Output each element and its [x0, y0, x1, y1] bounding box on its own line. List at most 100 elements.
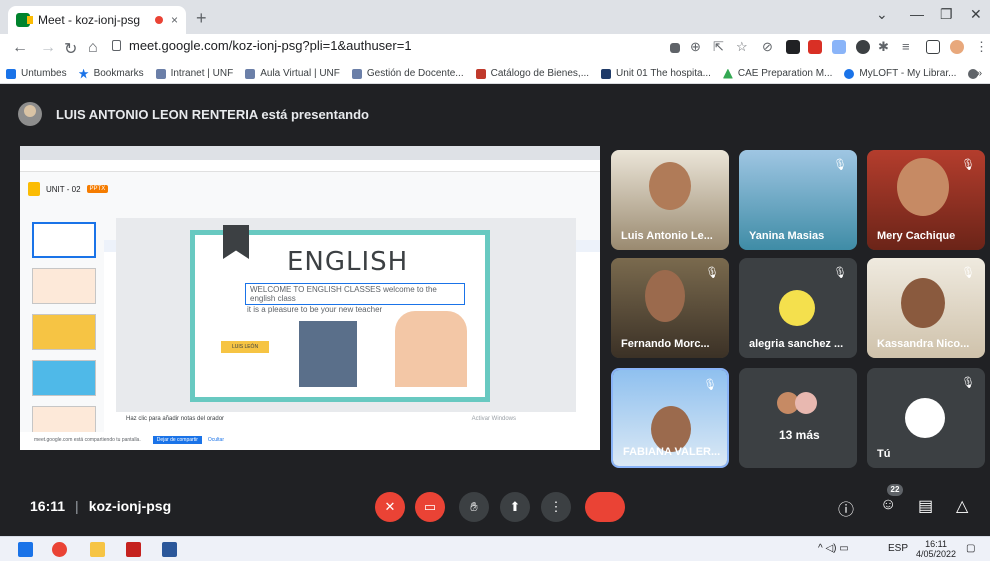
- bookmark-item[interactable]: MyLOFT - My Librar...: [844, 68, 956, 79]
- address-bar[interactable]: meet.google.com/koz-ionj-psg?pli=1&authu…: [112, 38, 412, 53]
- windows-watermark: Activar Windows: [471, 416, 516, 422]
- bookmark-item[interactable]: Aula Virtual | UNF: [245, 68, 340, 79]
- participant-avatar: [795, 392, 817, 414]
- bookmark-flag-icon: [223, 225, 249, 259]
- side-panel-icon[interactable]: [926, 40, 940, 54]
- forward-arrow-icon[interactable]: →: [40, 39, 56, 57]
- bookmark-item[interactable]: Gestión de Docente...: [351, 68, 464, 79]
- windows-taskbar: ^ ◁) ▭ ESP 16:11 4/05/2022 ▢: [0, 536, 990, 561]
- tab-title: Meet - koz-ionj-psg: [38, 13, 141, 27]
- menu-dots-icon[interactable]: ⋮: [975, 39, 988, 55]
- bookmark-item[interactable]: CAE Preparation M...: [722, 68, 832, 79]
- puzzle-icon[interactable]: ✱: [878, 39, 889, 55]
- tab-close-button[interactable]: ×: [171, 13, 178, 27]
- camera-icon[interactable]: [670, 43, 680, 53]
- present-icon: ⬆: [509, 499, 521, 514]
- more-bookmarks-button[interactable]: »: [976, 68, 982, 79]
- activities-icon[interactable]: △: [956, 496, 968, 516]
- screen-share-bar: meet.google.com está compartiendo tu pan…: [20, 432, 580, 448]
- slide-thumb: [32, 360, 96, 396]
- browser-tab-meet[interactable]: Meet - koz-ionj-psg ×: [8, 6, 186, 34]
- notifications-icon[interactable]: ▢: [966, 543, 975, 554]
- share-icon[interactable]: ⇱: [713, 39, 724, 55]
- participant-tile[interactable]: Luis Antonio Le...: [611, 150, 729, 250]
- more-vert-icon: ⋮: [549, 499, 563, 514]
- tray-icons[interactable]: ^ ◁) ▭: [818, 543, 849, 554]
- presenter-text: LUIS ANTONIO LEON RENTERIA está presenta…: [56, 106, 370, 122]
- windows-start-icon[interactable]: [18, 542, 33, 557]
- participant-tile[interactable]: 🎙︎ Yanina Masias: [739, 150, 857, 250]
- people-icon[interactable]: ☺: [880, 496, 896, 514]
- bookmark-star-icon[interactable]: ☆: [736, 39, 748, 55]
- new-tab-button[interactable]: +: [196, 8, 207, 29]
- profile-avatar[interactable]: [950, 40, 964, 54]
- bookmark-label: Intranet | UNF: [170, 68, 234, 79]
- participant-face: [901, 278, 945, 328]
- lock-icon: [112, 40, 121, 51]
- bookmarks-bar: Untumbes Bookmarks Intranet | UNF Aula V…: [0, 64, 990, 84]
- info-icon[interactable]: ⓘ: [838, 496, 854, 520]
- restore-button[interactable]: ❐: [940, 6, 953, 23]
- speaker-notes: Haz clic para añadir notas del orador Ac…: [116, 416, 576, 430]
- present-button[interactable]: ⬆: [500, 492, 530, 522]
- participant-name: Fernando Morc...: [621, 338, 710, 350]
- meet-favicon-icon: [16, 13, 33, 27]
- participant-face: [897, 158, 949, 216]
- self-tile[interactable]: 🎙︎ Tú: [867, 368, 985, 468]
- chrome-icon[interactable]: [52, 542, 67, 557]
- reload-icon[interactable]: ↻: [64, 39, 77, 59]
- slide-canvas: ENGLISH WELCOME TO ENGLISH CLASSES welco…: [116, 218, 576, 412]
- bookmark-label: Bookmarks: [93, 68, 144, 79]
- bookmark-item[interactable]: Unit 01 The hospita...: [601, 68, 711, 79]
- bookmark-item[interactable]: Untumbes: [6, 68, 67, 79]
- zoom-icon[interactable]: ⊕: [690, 39, 701, 55]
- extension-doc-icon[interactable]: [832, 40, 846, 54]
- extension-a-icon[interactable]: [786, 40, 800, 54]
- leave-call-button[interactable]: [585, 492, 625, 522]
- language-indicator[interactable]: ESP: [888, 543, 908, 554]
- bookmark-item[interactable]: Catálogo de Bienes,...: [475, 68, 590, 79]
- page-icon: [351, 68, 362, 79]
- clock-time: 16:11: [925, 539, 947, 549]
- more-participants-tile[interactable]: 13 más: [739, 368, 857, 468]
- file-explorer-icon[interactable]: [90, 542, 105, 557]
- mic-off-icon: 🎙︎: [705, 267, 719, 279]
- back-arrow-icon[interactable]: ←: [12, 39, 28, 57]
- raise-hand-button[interactable]: ✋︎: [459, 492, 489, 522]
- hand-icon: ✋︎: [470, 499, 478, 514]
- participant-tile[interactable]: 🎙︎ alegria sanchez ...: [739, 258, 857, 358]
- participant-tile[interactable]: 🎙︎ Kassandra Nico...: [867, 258, 985, 358]
- bookmark-label: Gestión de Docente...: [366, 68, 464, 79]
- shared-taskbar: [20, 450, 600, 470]
- participant-name: Luis Antonio Le...: [621, 230, 713, 242]
- slides-logo-icon: [28, 182, 40, 196]
- recording-dot-icon: [154, 16, 163, 24]
- meeting-code: koz-ionj-psg: [88, 498, 172, 514]
- taskbar-clock[interactable]: 16:11 4/05/2022: [916, 539, 956, 559]
- page-icon: [155, 68, 166, 79]
- chevron-down-icon[interactable]: ⌄: [876, 6, 888, 23]
- more-options-button[interactable]: ⋮: [541, 492, 571, 522]
- participant-tile-active[interactable]: 🎙︎ FABIANA VALER...: [611, 368, 729, 468]
- teacher-photo: [299, 321, 357, 387]
- reading-list-icon[interactable]: ≡: [902, 39, 910, 54]
- home-icon[interactable]: ⌂: [88, 39, 98, 57]
- kids-illustration: [395, 311, 467, 387]
- extension-icon[interactable]: ⊘: [762, 39, 773, 55]
- camera-off-button[interactable]: ▭: [415, 492, 445, 522]
- bookmark-label: Catálogo de Bienes,...: [490, 68, 590, 79]
- participant-face: [645, 270, 685, 322]
- minimize-button[interactable]: —: [910, 6, 924, 22]
- doc-badge: PPTX: [86, 185, 109, 193]
- bookmark-item[interactable]: Bookmarks: [78, 68, 144, 79]
- participant-tile[interactable]: 🎙︎ Mery Cachique: [867, 150, 985, 250]
- pdf-reader-icon[interactable]: [126, 542, 141, 557]
- chat-icon[interactable]: ▤: [918, 496, 933, 516]
- extension-ninja-icon[interactable]: [856, 40, 870, 54]
- mic-off-button[interactable]: ✕: [375, 492, 405, 522]
- bookmark-item[interactable]: Intranet | UNF: [155, 68, 234, 79]
- word-icon[interactable]: [162, 542, 177, 557]
- participant-tile[interactable]: 🎙︎ Fernando Morc...: [611, 258, 729, 358]
- extension-m-icon[interactable]: [808, 40, 822, 54]
- close-window-button[interactable]: ✕: [970, 6, 982, 23]
